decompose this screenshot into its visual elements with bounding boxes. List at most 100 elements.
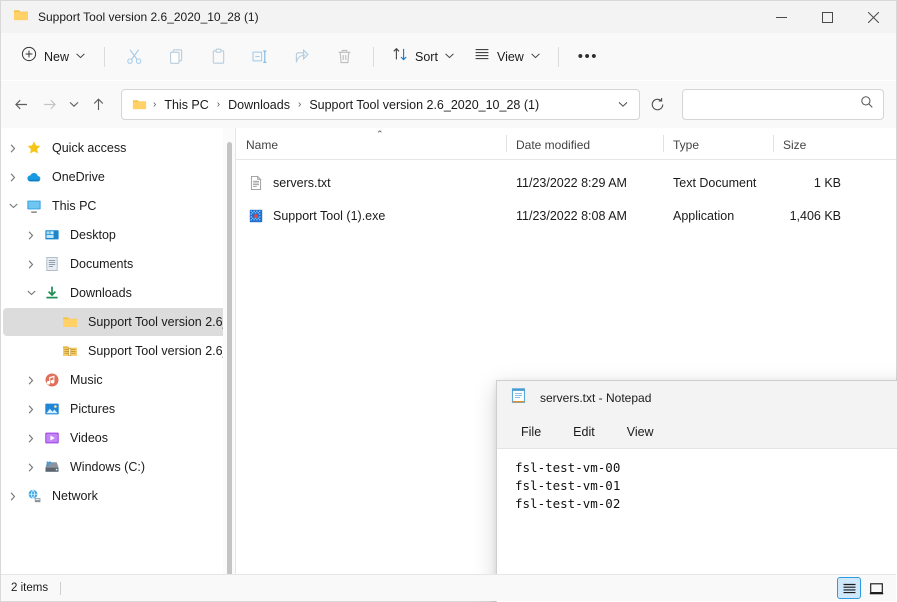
notepad-title-left: servers.txt - Notepad: [497, 387, 651, 409]
sidebar-item-videos[interactable]: Videos: [3, 424, 229, 452]
chevron-down-icon: [76, 52, 85, 61]
toolbar-separator-1: [104, 46, 106, 67]
column-header-name-label: Name: [246, 138, 279, 152]
details-view-button[interactable]: [837, 577, 861, 599]
sidebar-item-windows-c[interactable]: Windows (C:): [3, 453, 229, 481]
column-header-type[interactable]: Type: [663, 128, 773, 159]
breadcrumb-separator: ›: [152, 99, 157, 110]
column-header-date-modified[interactable]: Date modified: [506, 128, 663, 159]
breadcrumb-dropdown-button[interactable]: [611, 92, 635, 117]
table-row[interactable]: servers.txt 11/23/2022 8:29 AM Text Docume…: [236, 166, 896, 199]
breadcrumb-separator: ›: [297, 99, 302, 110]
chevron-right-icon[interactable]: [3, 482, 23, 510]
sidebar-item-downloads[interactable]: Downloads: [3, 279, 229, 307]
notepad-menu-view[interactable]: View: [617, 421, 664, 443]
file-list-pane: ⌃ Name Date modified Type Size servers.t…: [236, 128, 897, 602]
title-bar-left: Support Tool version 2.6_2020_10_28 (1): [1, 7, 259, 28]
sidebar-item-support-tool-version-2-6-202[interactable]: Support Tool version 2.6_202: [3, 337, 229, 365]
chevron-right-icon[interactable]: [21, 424, 41, 452]
breadcrumb-item-downloads[interactable]: Downloads: [223, 96, 295, 114]
back-button[interactable]: [9, 89, 35, 120]
column-header-name[interactable]: ⌃ Name: [236, 128, 506, 159]
minimize-button[interactable]: [758, 1, 804, 33]
sidebar-item-network[interactable]: Network: [3, 482, 229, 510]
breadcrumb: › This PC › Downloads › Support Tool ver…: [130, 96, 611, 114]
recent-locations-button[interactable]: [65, 89, 83, 120]
copy-button[interactable]: [156, 41, 196, 73]
path-folder-icon: [130, 97, 150, 112]
rename-button[interactable]: [240, 41, 280, 73]
navigation-scrollbar-thumb[interactable]: [227, 142, 232, 574]
sidebar-item-label: Documents: [70, 257, 134, 271]
sidebar-item-onedrive[interactable]: OneDrive: [3, 163, 229, 191]
drive-icon: [41, 459, 63, 475]
view-button[interactable]: View: [465, 41, 549, 73]
sidebar-item-label: Quick access: [52, 141, 127, 155]
share-button[interactable]: [282, 41, 322, 73]
file-name-cell: servers.txt: [236, 166, 506, 199]
notepad-window: servers.txt - Notepad File Edit View fsl…: [496, 380, 897, 602]
sort-arrows-icon: [392, 46, 408, 67]
sidebar-item-music[interactable]: Music: [3, 366, 229, 394]
sidebar-item-support-tool-version-2-6-202[interactable]: Support Tool version 2.6_202: [3, 308, 229, 336]
chevron-down-icon[interactable]: [3, 192, 23, 220]
cut-button[interactable]: [114, 41, 154, 73]
notepad-title: servers.txt - Notepad: [540, 391, 652, 405]
sidebar-item-quick-access[interactable]: Quick access: [3, 134, 229, 162]
breadcrumb-separator: ›: [216, 99, 221, 110]
notepad-menu-edit[interactable]: Edit: [563, 421, 605, 443]
chevron-down-icon: [445, 52, 454, 61]
chevron-right-icon[interactable]: [21, 453, 41, 481]
file-size-cell: 1,406 KB: [789, 208, 841, 223]
refresh-button[interactable]: [645, 89, 670, 120]
notepad-menu-file[interactable]: File: [511, 421, 551, 443]
breadcrumb-bar[interactable]: › This PC › Downloads › Support Tool ver…: [120, 89, 640, 120]
file-type-cell: Text Document: [673, 175, 757, 190]
videos-icon: [41, 430, 63, 446]
monitor-icon: [23, 198, 45, 214]
more-options-button[interactable]: •••: [568, 41, 608, 73]
column-header-size[interactable]: Size: [773, 128, 853, 159]
sidebar-item-pictures[interactable]: Pictures: [3, 395, 229, 423]
delete-button[interactable]: [324, 41, 364, 73]
chevron-right-icon[interactable]: [21, 366, 41, 394]
column-header-type-label: Type: [673, 138, 700, 152]
window-title: Support Tool version 2.6_2020_10_28 (1): [38, 10, 259, 24]
sidebar-item-label: Pictures: [70, 402, 116, 416]
navigation-tree: Quick access OneDrive This PC Desktop Docume…: [1, 128, 235, 510]
sidebar-item-label: This PC: [52, 199, 97, 213]
chevron-down-icon: [531, 52, 540, 61]
maximize-button[interactable]: [804, 1, 850, 33]
command-bar: New Sort View •••: [1, 33, 896, 81]
paste-button[interactable]: [198, 41, 238, 73]
notepad-icon: [511, 387, 526, 409]
sidebar-item-this-pc[interactable]: This PC: [3, 192, 229, 220]
exe-file-icon: [248, 208, 264, 224]
forward-button[interactable]: [37, 89, 63, 120]
chevron-right-icon[interactable]: [21, 395, 41, 423]
breadcrumb-item-current-folder[interactable]: Support Tool version 2.6_2020_10_28 (1): [304, 96, 544, 114]
notepad-menu-bar: File Edit View: [497, 415, 897, 449]
chevron-right-icon[interactable]: [21, 250, 41, 278]
status-bar-separator: [60, 581, 62, 595]
sidebar-item-desktop[interactable]: Desktop: [3, 221, 229, 249]
toolbar-separator-2: [373, 46, 375, 67]
search-icon[interactable]: [860, 95, 874, 114]
up-button[interactable]: [85, 89, 111, 120]
search-box[interactable]: [682, 89, 885, 120]
close-button[interactable]: [850, 1, 896, 33]
file-name-cell: Support Tool (1).exe: [236, 199, 506, 232]
chevron-down-icon[interactable]: [21, 279, 41, 307]
navigation-pane: Quick access OneDrive This PC Desktop Docume…: [1, 128, 236, 574]
table-row[interactable]: Support Tool (1).exe 11/23/2022 8:08 AM Ap…: [236, 199, 896, 232]
sort-button[interactable]: Sort: [383, 41, 463, 73]
breadcrumb-item-this-pc[interactable]: This PC: [159, 96, 213, 114]
chevron-right-icon[interactable]: [3, 163, 23, 191]
large-icons-view-button[interactable]: [864, 577, 888, 599]
sidebar-item-documents[interactable]: Documents: [3, 250, 229, 278]
new-button[interactable]: New: [13, 41, 95, 73]
chevron-right-icon[interactable]: [21, 221, 41, 249]
search-input[interactable]: [693, 97, 861, 112]
chevron-right-icon[interactable]: [3, 134, 23, 162]
